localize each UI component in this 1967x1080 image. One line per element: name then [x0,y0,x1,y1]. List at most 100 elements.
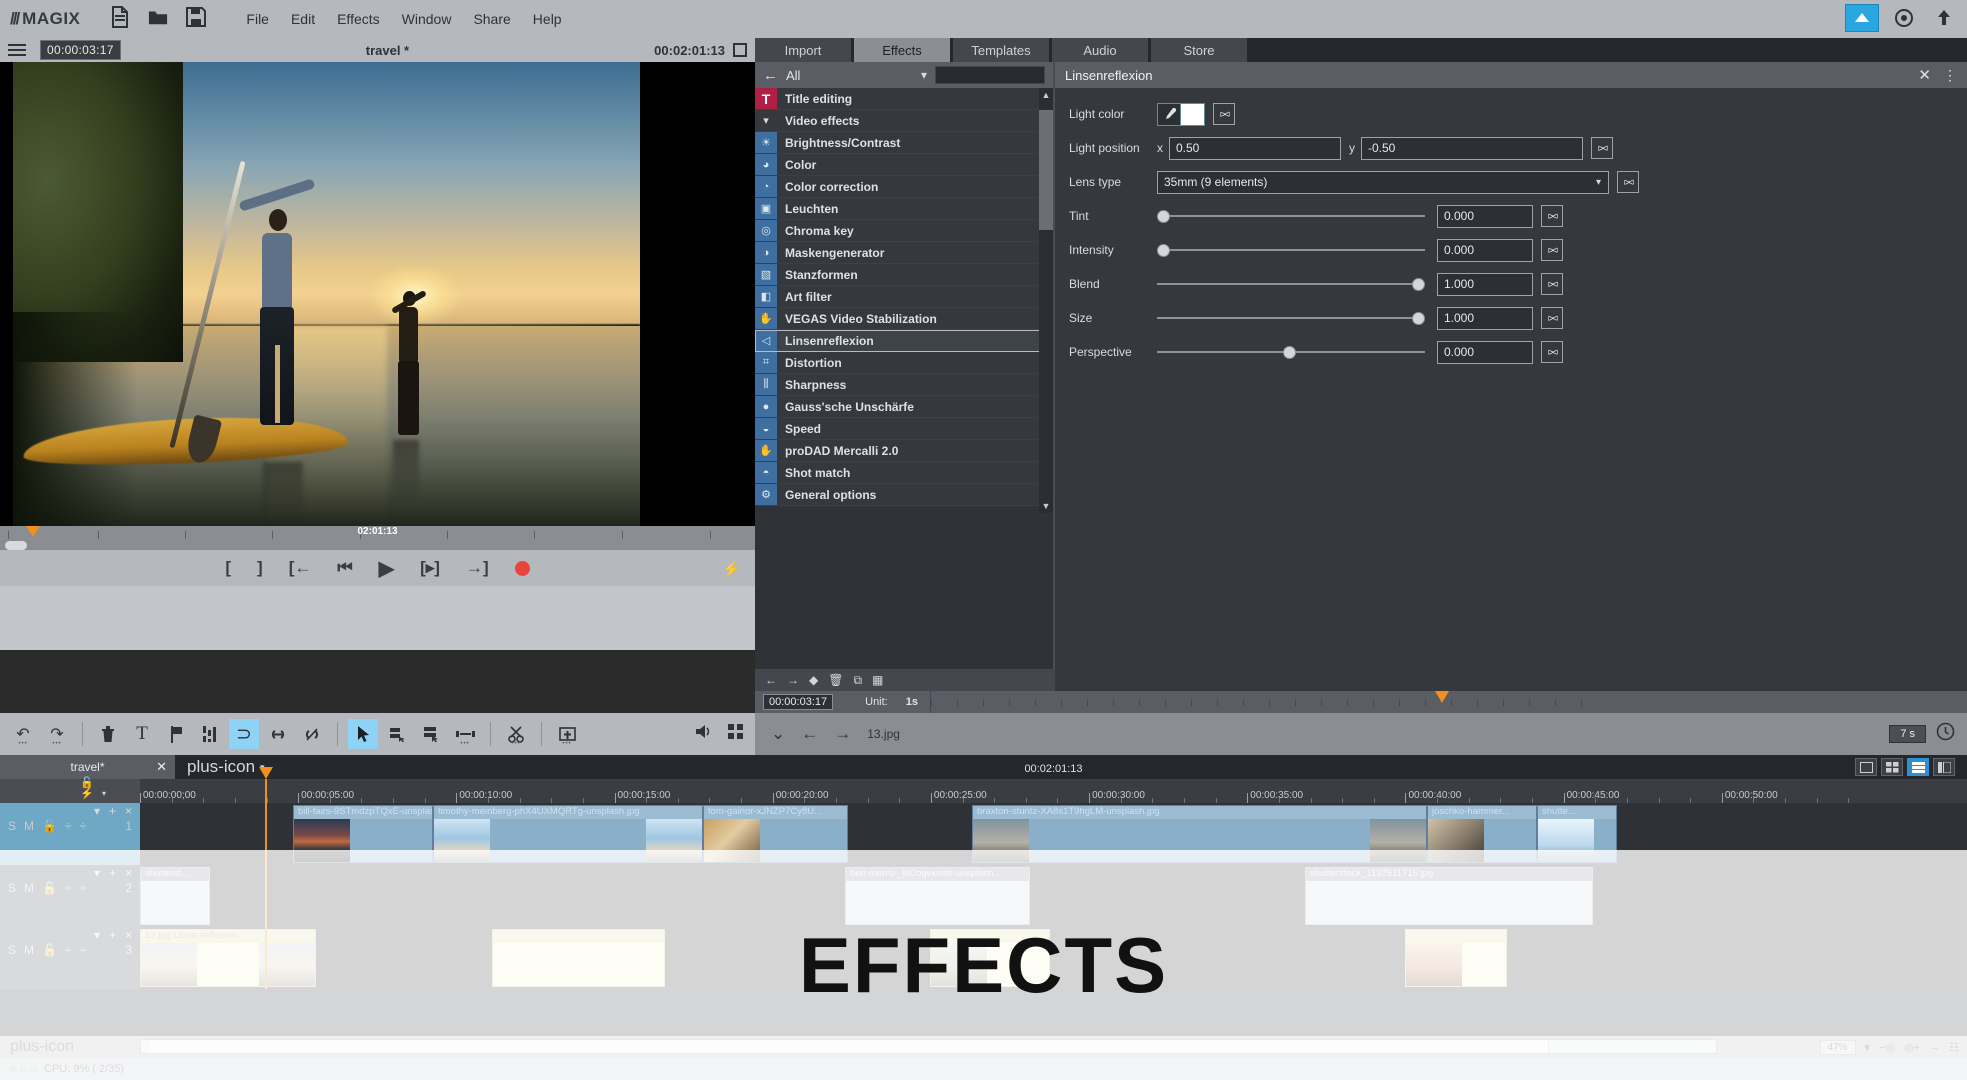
effects-list[interactable]: T Title editing ▾ Video effects ☀ Brightness/… [755,88,1041,513]
track-menu-caret-icon[interactable]: ▾ [94,866,100,880]
reset-intensity-button[interactable]: ⪧⪦ [1541,239,1563,261]
effects-list-item-stanzformen[interactable]: ▧ Stanzformen [755,264,1041,286]
snap-magnet-button[interactable]: ⊃ [229,719,259,749]
timeline-clip[interactable]: shutterstock_1137511715.jpg [1305,867,1593,925]
mouse-mode-pointer-button[interactable] [348,719,378,749]
effects-list-item-title-editing[interactable]: T Title editing [755,88,1041,110]
jump-to-start-button[interactable]: [← [289,558,312,578]
effects-list-item-video-effects[interactable]: ▾ Video effects [755,110,1041,132]
reset-light-color-button[interactable]: ⪧⪦ [1213,103,1235,125]
reset-blend-button[interactable]: ⪧⪦ [1541,273,1563,295]
close-icon[interactable]: ✕ [1918,66,1931,84]
new-document-icon[interactable] [110,5,130,33]
effects-list-item-color[interactable]: ◕ Color [755,154,1041,176]
track-fade-out-icon[interactable]: ÷ [80,881,87,895]
light-position-y-input[interactable]: -0.50 [1361,136,1583,160]
open-folder-icon[interactable] [148,6,168,33]
fit-icon[interactable]: ↔ [1929,1041,1940,1053]
track-lock-icon[interactable]: 🔓 [42,943,57,957]
timeline-clip[interactable]: 13.jpg Linsenreflexion [140,929,316,987]
effects-list-item-sharpness[interactable]: ⫼ Sharpness [755,374,1041,396]
tint-slider[interactable] [1157,205,1425,228]
track-add-icon[interactable]: + [109,928,116,942]
track-add-icon[interactable]: + [109,866,116,880]
timeline-ruler[interactable]: 00:02:01:13 00:00:00;00 00:00:05:00 00:00:… [140,763,1967,803]
next-keyframe-icon[interactable]: → [787,673,799,687]
tab-audio[interactable]: Audio [1052,38,1148,62]
range-icon[interactable]: ☷ [1949,1041,1959,1054]
record-circle-icon[interactable] [1889,4,1919,32]
timeline-clip[interactable]: timothy-meinberg-phX4UXMQRTg-unsplash.jp… [433,805,703,863]
delete-keyframe-icon[interactable]: 🗑 [828,673,843,687]
timeline-clip[interactable]: bill-fairs-9STmdzpTQxE-unsplash.jpg [293,805,433,863]
mark-in-button[interactable]: [ [225,558,231,578]
redo-button[interactable]: ↷ ••• [42,719,72,749]
size-slider[interactable] [1157,307,1425,330]
playhead-marker-icon[interactable] [1435,691,1449,703]
reset-lens-type-button[interactable]: ⪧⪦ [1617,171,1639,193]
kebab-menu-icon[interactable]: ⋮ [1943,67,1957,84]
prev-keyframe-icon[interactable]: ← [765,673,777,687]
track-mute-button[interactable]: M [24,943,34,957]
track-mute-button[interactable]: M [24,819,34,833]
track-body-2[interactable]: shutterst... ben-morro-_lsCogvxmre-unspla… [140,865,1967,927]
effects-list-item-vegas-video-stabilization[interactable]: ✋ VEGAS Video Stabilization [755,308,1041,330]
blend-value-input[interactable]: 1.000 [1437,272,1533,296]
tab-templates[interactable]: Templates [953,38,1049,62]
tint-value-input[interactable]: 0.000 [1437,204,1533,228]
timeline-clip[interactable]: tom-gainor-xJNZP7Cy8U... [703,805,848,863]
effects-list-item-linsenreflexion[interactable]: ◁ Linsenreflexion [755,330,1041,352]
track-fade-out-icon[interactable]: ÷ [80,943,87,957]
add-keyframe-icon[interactable]: ◆ [809,673,818,687]
fullscreen-icon[interactable] [733,43,747,57]
menu-share[interactable]: Share [473,11,510,27]
video-preview[interactable] [0,62,755,526]
effects-list-item-general-options[interactable]: ⚙ General options [755,484,1041,506]
chevron-down-icon[interactable]: ▾ [1596,177,1601,188]
zoom-in-icon[interactable]: ◎+ [1904,1041,1920,1054]
effects-list-item-prodad-mercalli-2-0[interactable]: ✋ proDAD Mercalli 2.0 [755,440,1041,462]
timeline-clip[interactable]: braxton-stuntz-XA8s1T9hgLM-unsplash.jpg [972,805,1427,863]
menu-effects[interactable]: Effects [337,11,380,27]
upload-icon[interactable] [1929,4,1959,32]
insert-object-button[interactable]: ••• [552,719,582,749]
scrubber-playhead-marker[interactable] [26,526,40,537]
track-mute-button[interactable]: M [24,881,34,895]
stretch-mode-button[interactable]: ••• [450,719,480,749]
chevron-double-down-icon[interactable]: ⌄ [771,724,785,744]
scroll-down-icon[interactable]: ▼ [1039,499,1053,513]
track-solo-button[interactable]: S [8,881,16,895]
intensity-slider[interactable] [1157,239,1425,262]
zoom-level-value[interactable]: 47% [1819,1039,1856,1055]
tab-store[interactable]: Store [1151,38,1247,62]
effects-search-input[interactable] [935,66,1045,84]
scrubber-ruler[interactable]: 02:01:13 [0,526,755,541]
next-frame-button[interactable]: [▸] [420,558,440,578]
menu-window[interactable]: Window [402,11,452,27]
effects-list-item-speed[interactable]: ◒ Speed [755,418,1041,440]
export-blue-icon[interactable] [1845,4,1879,32]
effects-list-scrollbar[interactable]: ▲ ▼ [1039,88,1053,513]
arrow-right-icon[interactable]: → [834,724,851,744]
reset-tint-button[interactable]: ⪧⪦ [1541,205,1563,227]
lightning-icon[interactable]: ⚡ [722,560,741,578]
effects-list-item-maskengenerator[interactable]: ◑ Maskengenerator [755,242,1041,264]
back-arrow-icon[interactable]: ← [763,67,778,84]
track-fade-out-icon[interactable]: ÷ [80,819,87,833]
add-track-button[interactable]: plus-icon [10,1038,74,1056]
mark-out-button[interactable]: ] [257,558,263,578]
delete-button[interactable] [93,719,123,749]
intensity-value-input[interactable]: 0.000 [1437,238,1533,262]
reset-size-button[interactable]: ⪧⪦ [1541,307,1563,329]
menu-help[interactable]: Help [533,11,562,27]
track-close-icon[interactable]: × [125,866,132,880]
mouse-mode-track-button[interactable] [416,719,446,749]
link-button[interactable] [263,719,293,749]
hamburger-icon[interactable] [8,41,26,59]
timeline-clip[interactable] [492,929,665,987]
copy-keyframe-icon[interactable]: ⧉ [853,673,862,688]
clock-icon[interactable] [1936,722,1955,746]
undo-button[interactable]: ↶ ••• [8,719,38,749]
timeline-clip[interactable]: ben-morro-_lsCogvxmre-unsplash... [845,867,1030,925]
keyframe-ruler[interactable] [930,691,1967,713]
